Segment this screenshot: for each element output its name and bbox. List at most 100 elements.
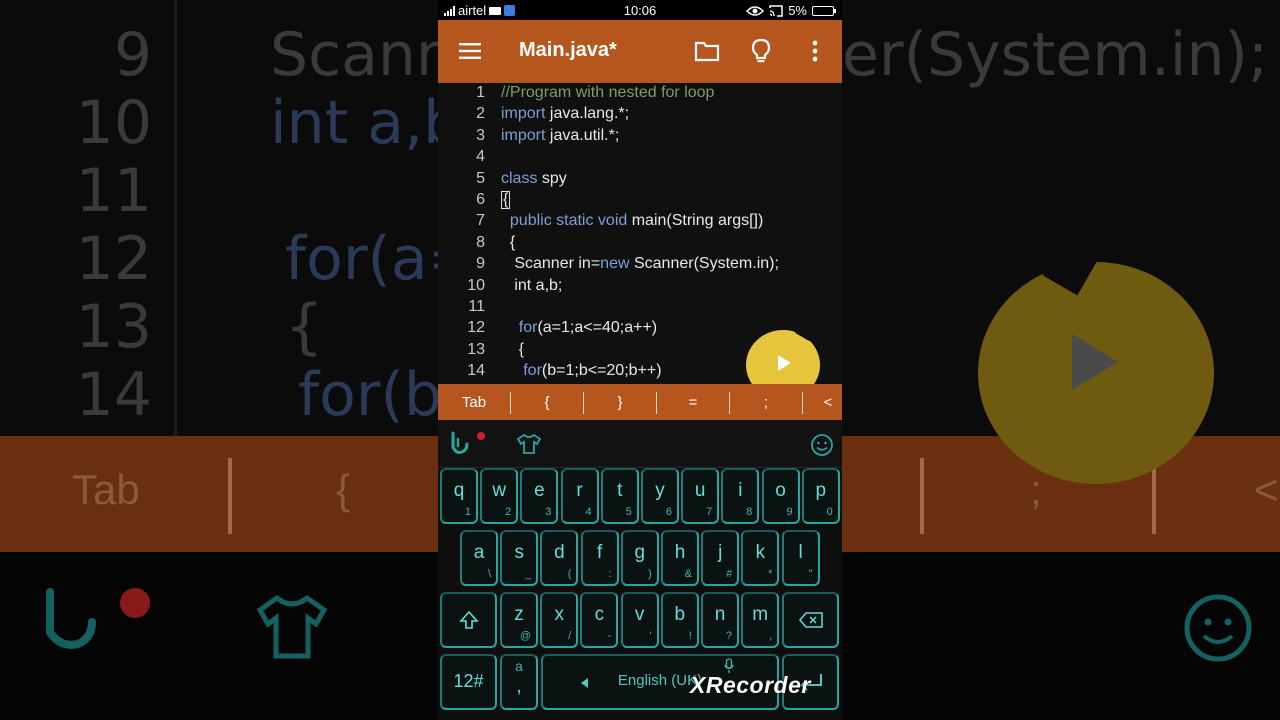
code-line[interactable]: { (501, 191, 511, 209)
background-code-fragment: er(System.in); (842, 20, 1269, 90)
code-line[interactable]: for(a=1;a<=40;a++) (501, 319, 657, 337)
notification-dot (477, 432, 485, 440)
code-line[interactable]: class spy (501, 170, 567, 188)
code-line[interactable]: for(b=1;b<=20;b++) (501, 362, 661, 380)
key-y[interactable]: y6 (641, 468, 679, 524)
key-main-label: a (473, 542, 485, 563)
code-keyword: new (600, 255, 630, 273)
key-alt-label: \ (487, 568, 491, 580)
key-j[interactable]: j # (701, 530, 740, 586)
key-i[interactable]: i8 (721, 468, 760, 524)
background-gutter-divider (174, 0, 177, 436)
background-record-dot (120, 588, 150, 618)
hamburger-menu-icon[interactable] (457, 38, 483, 64)
code-line[interactable]: Scanner in=new Scanner(System.in); (501, 255, 779, 273)
line-number: 4 (476, 148, 485, 166)
key-main-label: w (492, 480, 507, 501)
key-h[interactable]: h & (661, 530, 699, 586)
code-line[interactable]: { (501, 234, 515, 252)
key-alt-label: _ (525, 568, 532, 580)
key-main-label: g (634, 542, 646, 563)
key-w[interactable]: w2 (480, 468, 519, 524)
symbol-key-open-brace[interactable]: { (517, 394, 577, 411)
key-alt-label: ! (688, 630, 692, 642)
line-number: 10 (467, 276, 485, 294)
status-bar: airtel 10:06 5% (438, 0, 842, 20)
key-m[interactable]: m, (741, 592, 780, 648)
key-main-label: b (674, 604, 686, 625)
line-number: 1 (476, 84, 485, 101)
tshirt-theme-icon[interactable] (516, 433, 542, 455)
symbol-key-semicolon[interactable]: ; (736, 394, 796, 411)
key-main-label: i (738, 480, 743, 501)
comma-key[interactable]: a , (500, 654, 538, 710)
key-p[interactable]: p0 (801, 468, 840, 524)
key-l[interactable]: l " (781, 530, 820, 586)
key-alt-label: * (768, 568, 773, 580)
key-main-label: s (514, 542, 524, 563)
code-keyword: class (501, 169, 538, 187)
key-main-label: e (534, 480, 545, 501)
key-g[interactable]: g) (620, 530, 659, 586)
file-title: Main.java* (519, 39, 617, 61)
key-c[interactable]: c- (580, 592, 619, 648)
code-line[interactable]: int a,b; (501, 277, 562, 295)
symbols-key[interactable]: 12# (440, 654, 497, 710)
background-line-number: 9 (113, 20, 152, 90)
code-line[interactable]: import java.util.*; (501, 127, 619, 145)
key-k[interactable]: k * (741, 530, 780, 586)
background-bar-label: { (336, 466, 351, 513)
symbol-key-tab[interactable]: Tab (444, 394, 504, 411)
key-alt-label: ? (725, 630, 732, 642)
key-o[interactable]: o9 (761, 468, 800, 524)
lightbulb-icon[interactable] (748, 38, 774, 64)
key-r[interactable]: r4 (560, 468, 599, 524)
key-a[interactable]: a \ (460, 530, 498, 586)
shift-key[interactable] (440, 592, 497, 648)
code-line[interactable]: //Program with nested for loop (501, 84, 714, 102)
key-s[interactable]: s _ (500, 530, 539, 586)
code-text: main(String args[]) (627, 212, 764, 230)
symbol-key-close-brace[interactable]: } (590, 394, 650, 411)
phone-screen: airtel 10:06 5% Main.java* 1 //Program w… (438, 0, 842, 720)
key-e[interactable]: e3 (520, 468, 559, 524)
backspace-icon (799, 612, 823, 628)
key-main-label: h (674, 542, 686, 563)
key-n[interactable]: n? (701, 592, 739, 648)
key-d[interactable]: d( (540, 530, 579, 586)
key-main-label: f (596, 542, 603, 563)
line-number: 14 (467, 362, 485, 380)
eye-icon (746, 5, 765, 16)
code-line[interactable]: import java.lang.*; (501, 105, 629, 123)
key-t[interactable]: t5 (600, 468, 639, 524)
key-z[interactable]: z @ (500, 592, 538, 648)
key-main-label: m (752, 604, 769, 625)
key-b[interactable]: b! (660, 592, 699, 648)
code-text: { (501, 233, 516, 251)
key-alt-label: 9 (786, 506, 793, 518)
symbol-key-equals[interactable]: = (663, 394, 723, 411)
key-alt-label: # (726, 568, 733, 580)
symbol-key-less-than[interactable]: < (808, 394, 842, 411)
key-alt-label: 8 (746, 506, 753, 518)
key-q[interactable]: q1 (440, 468, 478, 524)
key-x[interactable]: x / (540, 592, 579, 648)
background-emoji-icon (1184, 594, 1252, 662)
key-u[interactable]: u7 (681, 468, 720, 524)
emoji-icon[interactable] (810, 433, 834, 457)
key-f[interactable]: f: (580, 530, 619, 586)
status-right: 5% (746, 3, 836, 18)
key-alt-label: 4 (585, 506, 592, 518)
key-alt-label: " (808, 568, 813, 580)
code-line[interactable]: public static void main(String args[]) (501, 212, 763, 230)
key-alt-label: 2 (505, 506, 512, 518)
play-icon[interactable] (778, 355, 791, 371)
folder-icon[interactable] (694, 38, 720, 64)
touchpal-logo-icon[interactable] (446, 430, 472, 458)
key-v[interactable]: v ' (620, 592, 659, 648)
cast-icon (769, 4, 783, 17)
more-vertical-icon[interactable] (802, 38, 828, 64)
code-line[interactable]: { (501, 341, 524, 359)
backspace-key[interactable] (782, 592, 839, 648)
